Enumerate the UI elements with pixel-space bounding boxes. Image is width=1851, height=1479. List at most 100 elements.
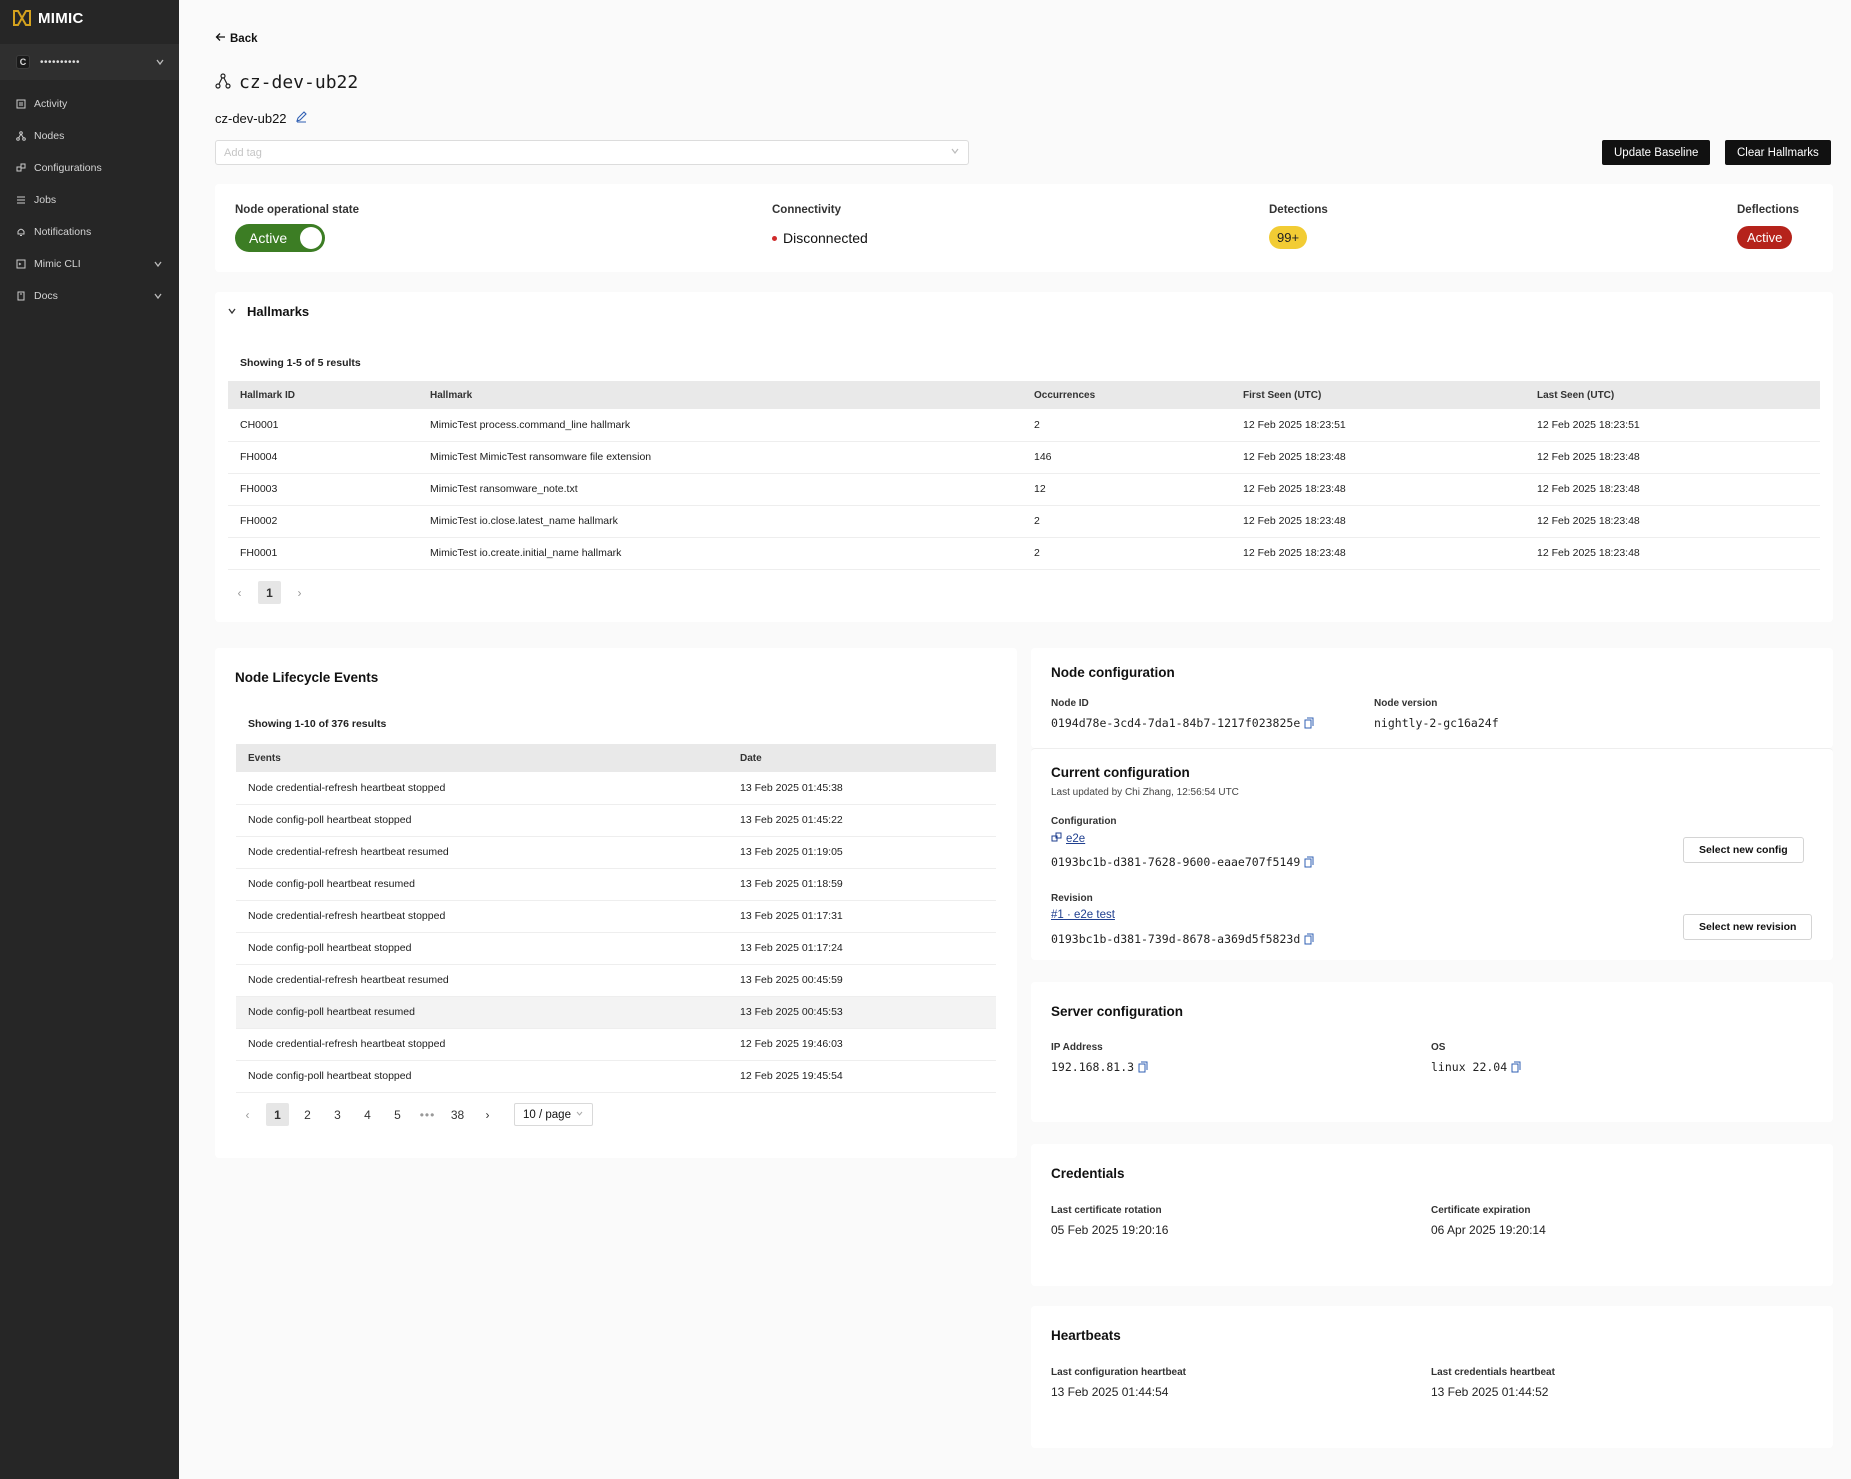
table-row[interactable]: Node config-poll heartbeat stopped 13 Feb…	[236, 932, 996, 965]
copy-icon[interactable]	[1304, 933, 1314, 945]
credentials-title: Credentials	[1051, 1166, 1125, 1181]
page-button[interactable]: 3	[326, 1103, 349, 1126]
server-configuration-title: Server configuration	[1051, 1004, 1184, 1019]
table-row[interactable]: Node credential-refresh heartbeat resume…	[236, 964, 996, 997]
toggle-knob	[300, 227, 322, 249]
credentials-heartbeat-label: Last credentials heartbeat	[1431, 1367, 1555, 1378]
table-row[interactable]: Node credential-refresh heartbeat resume…	[236, 836, 996, 869]
operational-state-toggle[interactable]: Active	[235, 224, 325, 252]
bell-icon	[16, 227, 26, 237]
update-baseline-button[interactable]: Update Baseline	[1602, 140, 1711, 165]
page-button[interactable]: 4	[356, 1103, 379, 1126]
column-header: Occurrences	[1022, 381, 1231, 409]
table-cell: 12 Feb 2025 19:45:54	[728, 1060, 996, 1093]
table-cell: 12 Feb 2025 18:23:51	[1525, 409, 1820, 442]
current-configuration-card: Current configuration Last updated by Ch…	[1031, 748, 1833, 960]
table-header-row: Hallmark ID Hallmark Occurrences First S…	[228, 381, 1820, 409]
detections: Detections 99+	[1269, 204, 1328, 249]
os-value: linux 22.04	[1431, 1060, 1508, 1074]
configuration-link[interactable]: e2e	[1066, 833, 1085, 845]
sidebar-item-mimic-cli[interactable]: Mimic CLI	[0, 248, 179, 280]
page-button[interactable]: 1	[266, 1103, 289, 1126]
nodes-icon	[16, 131, 26, 141]
sidebar-item-configurations[interactable]: Configurations	[0, 152, 179, 184]
clear-hallmarks-button[interactable]: Clear Hallmarks	[1725, 140, 1831, 165]
configuration-id-field: 0193bc1b-d381-7628-9600-eaae707f5149	[1051, 855, 1314, 869]
page-button[interactable]: 1	[258, 581, 281, 604]
chevron-down-icon	[153, 291, 163, 301]
add-tag-input[interactable]	[224, 146, 950, 159]
table-row[interactable]: CH0001 MimicTest process.command_line ha…	[228, 409, 1820, 442]
configuration-label: Configuration	[1051, 816, 1117, 827]
deflections: Deflections Active	[1737, 204, 1799, 249]
config-heartbeat-label: Last configuration heartbeat	[1051, 1367, 1187, 1378]
table-row[interactable]: Node credential-refresh heartbeat stoppe…	[236, 1028, 996, 1061]
page-button[interactable]: 5	[386, 1103, 409, 1126]
add-tag-select[interactable]	[215, 140, 969, 165]
table-cell: Node credential-refresh heartbeat stoppe…	[236, 772, 728, 805]
column-header: Hallmark ID	[228, 381, 418, 409]
revision-link[interactable]: #1 · e2e test	[1051, 909, 1115, 921]
node-name: cz-dev-ub22	[215, 110, 287, 126]
copy-icon[interactable]	[1138, 1061, 1148, 1073]
column-header: Hallmark	[418, 381, 1022, 409]
copy-icon[interactable]	[1304, 717, 1314, 729]
revision-link-row: #1 · e2e test	[1051, 909, 1115, 921]
configuration-link-row: e2e	[1051, 832, 1085, 846]
page-ellipsis[interactable]: •••	[416, 1103, 439, 1126]
copy-icon[interactable]	[1511, 1061, 1521, 1073]
select-new-config-button[interactable]: Select new config	[1683, 837, 1804, 863]
prev-page-button[interactable]: ‹	[236, 1103, 259, 1126]
table-row[interactable]: Node credential-refresh heartbeat stoppe…	[236, 900, 996, 933]
table-row[interactable]: Node config-poll heartbeat resumed 13 Feb…	[236, 996, 996, 1029]
table-cell: 12 Feb 2025 18:23:48	[1525, 441, 1820, 474]
node-id-field: 0194d78e-3cd4-7da1-84b7-1217f023825e	[1051, 716, 1314, 730]
table-cell: 2	[1022, 409, 1231, 442]
table-row[interactable]: Node config-poll heartbeat stopped 13 Feb…	[236, 804, 996, 837]
lifecycle-pagination: ‹ 1 2 3 4 5 ••• 38 › 10 / page	[236, 1103, 593, 1126]
table-row[interactable]: FH0004 MimicTest MimicTest ransomware fi…	[228, 441, 1820, 474]
page-title-row: cz-dev-ub22	[215, 72, 358, 93]
table-cell: 2	[1022, 505, 1231, 538]
table-row[interactable]: Node config-poll heartbeat resumed 13 Feb…	[236, 868, 996, 901]
table-row[interactable]: FH0001 MimicTest io.create.initial_name …	[228, 537, 1820, 570]
main-content: Back cz-dev-ub22 cz-dev-ub22 Update Base…	[179, 0, 1851, 1479]
org-selector[interactable]: C ••••••••••	[0, 44, 179, 80]
next-page-button[interactable]: ›	[476, 1103, 499, 1126]
table-cell: 13 Feb 2025 01:45:38	[728, 772, 996, 805]
last-updated-text: Last updated by Chi Zhang, 12:56:54 UTC	[1051, 787, 1239, 798]
page-button[interactable]: 2	[296, 1103, 319, 1126]
sidebar-item-docs[interactable]: Docs	[0, 280, 179, 312]
sidebar-item-notifications[interactable]: Notifications	[0, 216, 179, 248]
table-cell: FH0003	[228, 473, 418, 506]
brand[interactable]: MIMIC	[0, 0, 179, 36]
mimic-logo-icon	[12, 9, 32, 27]
lifecycle-events-card: Node Lifecycle Events Showing 1-10 of 37…	[215, 648, 1017, 1158]
table-row[interactable]: FH0003 MimicTest ransomware_note.txt 12 …	[228, 473, 1820, 506]
lifecycle-result-count: Showing 1-10 of 376 results	[248, 718, 387, 730]
table-cell: 13 Feb 2025 01:45:22	[728, 804, 996, 837]
table-row[interactable]: Node credential-refresh heartbeat stoppe…	[236, 772, 996, 805]
hallmarks-collapse-toggle[interactable]: Hallmarks	[227, 304, 309, 319]
table-cell: FH0002	[228, 505, 418, 538]
detections-badge[interactable]: 99+	[1269, 226, 1308, 249]
connectivity-value: Disconnected	[783, 230, 868, 246]
select-new-revision-button[interactable]: Select new revision	[1683, 914, 1813, 940]
prev-page-button[interactable]: ‹	[228, 581, 251, 604]
copy-icon[interactable]	[1304, 856, 1314, 868]
next-page-button[interactable]: ›	[288, 581, 311, 604]
back-link[interactable]: Back	[215, 32, 258, 45]
page-size-select[interactable]: 10 / page	[514, 1103, 593, 1126]
sidebar-item-jobs[interactable]: Jobs	[0, 184, 179, 216]
table-row[interactable]: Node config-poll heartbeat stopped 12 Feb…	[236, 1060, 996, 1093]
edit-pencil-icon[interactable]	[295, 110, 308, 126]
sidebar-item-nodes[interactable]: Nodes	[0, 120, 179, 152]
page-button[interactable]: 38	[446, 1103, 469, 1126]
sidebar-item-label: Nodes	[34, 130, 65, 142]
deflections-badge[interactable]: Active	[1737, 226, 1793, 249]
sidebar-item-activity[interactable]: Activity	[0, 88, 179, 120]
credentials-heartbeat-value: 13 Feb 2025 01:44:52	[1431, 1385, 1549, 1399]
table-row[interactable]: FH0002 MimicTest io.close.latest_name ha…	[228, 505, 1820, 538]
hallmarks-title: Hallmarks	[247, 304, 310, 319]
table-cell: 12	[1022, 473, 1231, 506]
